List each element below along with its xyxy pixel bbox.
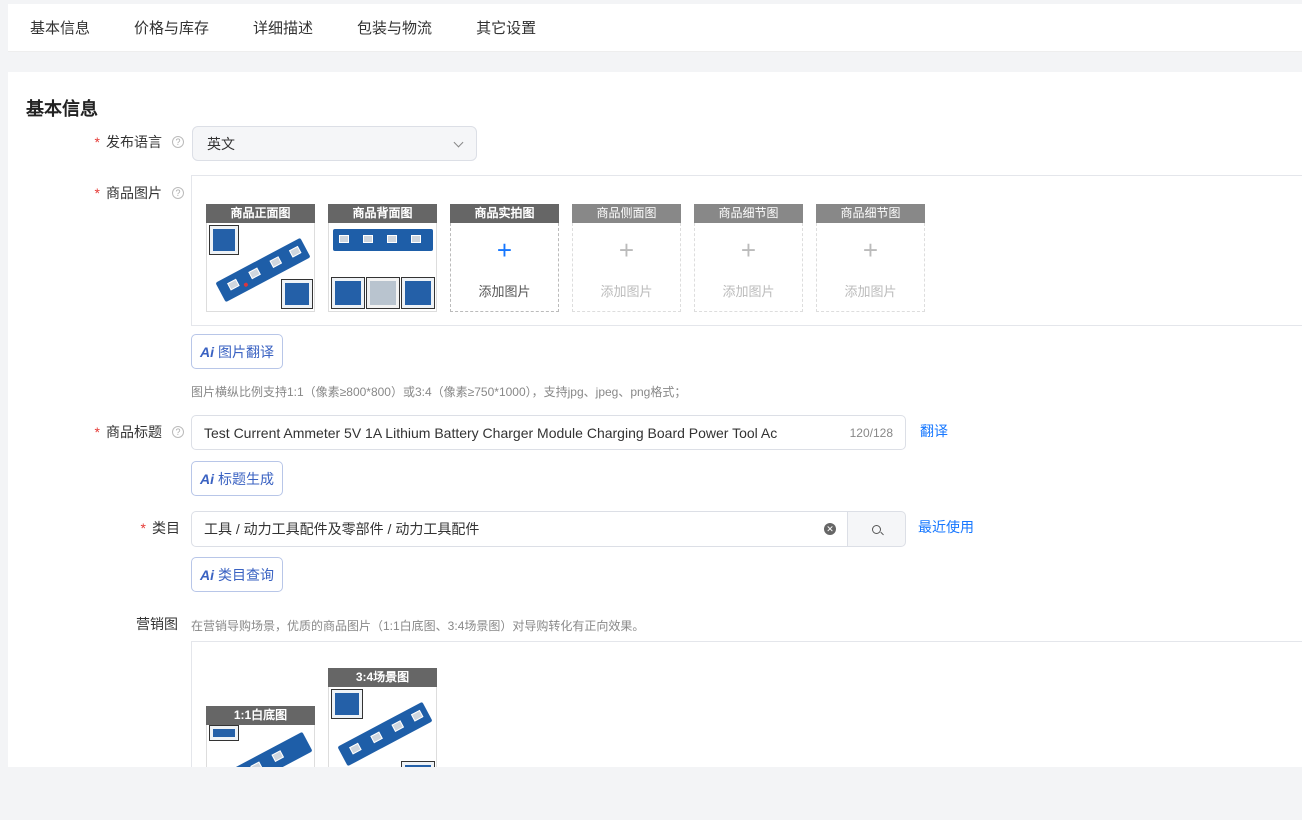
title-input[interactable]: Test Current Ammeter 5V 1A Lithium Batte…	[191, 415, 906, 450]
search-icon	[872, 524, 881, 534]
question-circle-icon[interactable]: ?	[172, 136, 184, 148]
image-slot-real[interactable]: 商品实拍图 + 添加图片	[450, 204, 559, 312]
top-tabs: 基本信息 价格与库存 详细描述 包装与物流 其它设置	[8, 4, 1302, 52]
category-label: * 类目	[68, 518, 180, 538]
image-translate-label: 图片翻译	[218, 343, 274, 360]
question-circle-icon[interactable]: ?	[172, 426, 184, 438]
category-query-button[interactable]: Ai 类目查询	[191, 557, 283, 592]
plus-icon: +	[496, 235, 513, 265]
title-generate-label: 标题生成	[218, 470, 274, 487]
marketing-image[interactable]	[328, 687, 437, 767]
add-image-area[interactable]: + 添加图片	[450, 223, 559, 312]
thumb-inset	[401, 761, 435, 767]
slot-caption: 商品侧面图	[572, 204, 681, 223]
add-image-text: 添加图片	[478, 284, 531, 299]
ai-icon: Ai	[200, 470, 214, 487]
image-slot-back[interactable]: 商品背面图	[328, 204, 437, 312]
ai-icon: Ai	[200, 566, 214, 583]
slot-caption: 商品细节图	[816, 204, 925, 223]
add-image-area[interactable]: + 添加图片	[694, 223, 803, 312]
form-panel: 基本信息 * 发布语言 ? 英文 * 商品图片 ? 商品正面图 商品背面图 商品…	[8, 72, 1302, 767]
clear-icon[interactable]: ✕	[824, 523, 836, 535]
thumb-inset	[209, 225, 239, 255]
thumb-inset	[401, 277, 435, 309]
product-image[interactable]	[206, 223, 315, 312]
marketing-hint: 在营销导购场景，优质的商品图片（1:1白底图、3:4场景图）对导购转化有正向效果…	[191, 619, 645, 633]
tab-price-stock[interactable]: 价格与库存	[134, 17, 209, 38]
category-value: 工具 / 动力工具配件及零部件 / 动力工具配件	[204, 521, 480, 537]
plus-icon: +	[618, 235, 635, 265]
tab-packaging[interactable]: 包装与物流	[357, 17, 432, 38]
images-label-text: 商品图片	[106, 185, 162, 201]
images-hint: 图片横纵比例支持1:1（像素≥800*800）或3:4（像素≥750*1000）…	[191, 385, 687, 399]
title-char-count: 120/128	[849, 425, 893, 440]
slot-caption: 商品细节图	[694, 204, 803, 223]
translate-link[interactable]: 翻译	[920, 421, 948, 441]
title-value: Test Current Ammeter 5V 1A Lithium Batte…	[204, 424, 778, 441]
title-generate-button[interactable]: Ai 标题生成	[191, 461, 283, 496]
language-value: 英文	[207, 135, 235, 152]
add-image-area[interactable]: + 添加图片	[816, 223, 925, 312]
ai-icon: Ai	[200, 343, 214, 360]
marketing-image[interactable]	[206, 725, 315, 767]
images-label: * 商品图片 ?	[68, 183, 184, 203]
required-mark: *	[94, 185, 100, 201]
category-search-button[interactable]	[847, 511, 906, 547]
language-select[interactable]: 英文	[192, 126, 477, 161]
marketing-label: 营销图	[68, 614, 178, 634]
slot-caption: 1:1白底图	[206, 706, 315, 725]
marketing-slot-white[interactable]: 1:1白底图	[206, 706, 315, 767]
thumb-inset	[366, 277, 400, 309]
marketing-images-box: 1:1白底图 3:4场景图	[191, 641, 1302, 767]
add-image-area[interactable]: + 添加图片	[572, 223, 681, 312]
product-images-box: 商品正面图 商品背面图 商品实拍图 + 添加图片 商品侧面图 + 添加图片 商品…	[191, 175, 1302, 326]
slot-caption: 商品实拍图	[450, 204, 559, 223]
title-label-text: 商品标题	[106, 424, 162, 440]
required-mark: *	[140, 520, 146, 536]
section-title: 基本信息	[26, 99, 98, 119]
category-input[interactable]: 工具 / 动力工具配件及零部件 / 动力工具配件 ✕	[191, 511, 848, 547]
thumb-inset	[331, 689, 363, 719]
required-mark: *	[94, 424, 100, 440]
plus-icon: +	[862, 235, 879, 265]
required-mark: *	[94, 134, 100, 150]
image-slot-front[interactable]: 商品正面图	[206, 204, 315, 312]
marketing-label-text: 营销图	[136, 616, 178, 632]
add-image-text: 添加图片	[722, 284, 775, 299]
marketing-slot-scene[interactable]: 3:4场景图	[328, 668, 437, 767]
image-slot-detail-1[interactable]: 商品细节图 + 添加图片	[694, 204, 803, 312]
category-query-label: 类目查询	[218, 566, 274, 583]
thumb-inset	[331, 277, 365, 309]
image-slot-side[interactable]: 商品侧面图 + 添加图片	[572, 204, 681, 312]
pcb-board-image	[333, 229, 433, 251]
question-circle-icon[interactable]: ?	[172, 187, 184, 199]
tab-description[interactable]: 详细描述	[253, 17, 313, 38]
add-image-text: 添加图片	[600, 284, 653, 299]
tab-other-settings[interactable]: 其它设置	[476, 17, 536, 38]
slot-caption: 3:4场景图	[328, 668, 437, 687]
plus-icon: +	[740, 235, 757, 265]
language-label: * 发布语言 ?	[68, 132, 184, 152]
tab-basic-info[interactable]: 基本信息	[30, 17, 90, 38]
slot-caption: 商品背面图	[328, 204, 437, 223]
slot-caption: 商品正面图	[206, 204, 315, 223]
add-image-text: 添加图片	[844, 284, 897, 299]
title-label: * 商品标题 ?	[68, 422, 184, 442]
product-image[interactable]	[328, 223, 437, 312]
thumb-inset	[209, 725, 239, 741]
thumb-inset	[281, 279, 313, 309]
recent-used-link[interactable]: 最近使用	[918, 517, 974, 537]
chevron-down-icon	[453, 137, 464, 147]
image-translate-button[interactable]: Ai 图片翻译	[191, 334, 283, 369]
image-slot-detail-2[interactable]: 商品细节图 + 添加图片	[816, 204, 925, 312]
category-label-text: 类目	[152, 520, 180, 536]
language-label-text: 发布语言	[106, 134, 162, 150]
